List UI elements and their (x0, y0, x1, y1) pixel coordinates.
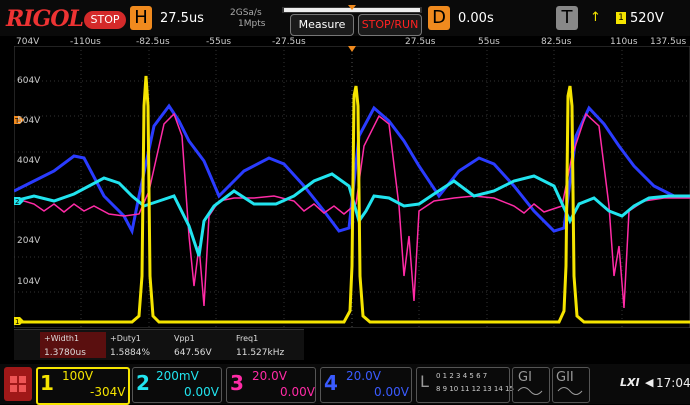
memory-depth: 1Mpts (238, 19, 266, 29)
ch3-scale: 20.0V (252, 369, 287, 383)
ch1-number: 1 (40, 371, 54, 395)
measurement-value: 1.5884% (110, 348, 151, 358)
logic-channels-high: 8 9 10 11 12 13 14 15 (436, 385, 514, 393)
ch3-number: 3 (230, 371, 244, 395)
trigger-edge-icon: ↑ (590, 10, 601, 25)
horizontal-menu-button[interactable]: H (130, 6, 152, 30)
trigger-source-badge: 1 (616, 12, 626, 24)
ch2-scale: 200mV (156, 369, 199, 383)
ch1-marker-label: 1 (15, 318, 19, 326)
ch4-scale: 20.0V (346, 369, 381, 383)
volt-label: 504V (17, 116, 41, 126)
volt-label: 204V (17, 236, 41, 246)
sine-wave-icon (517, 387, 543, 395)
ch3-offset: 0.00V (280, 385, 315, 399)
trigger-menu-button[interactable]: T (556, 6, 578, 30)
clock-time: 17:04 (656, 376, 690, 390)
delay-menu-button[interactable]: D (428, 6, 450, 30)
measure-button[interactable]: Measure (290, 14, 354, 36)
measurement-value: 647.56V (174, 348, 212, 358)
stop-run-button[interactable]: STOP/RUN (358, 14, 422, 36)
logic-channels-low: 0 1 2 3 4 5 6 7 (436, 372, 488, 380)
ch4-number: 4 (324, 371, 338, 395)
ch1-scale: 100V (62, 369, 94, 383)
volt-label: 404V (17, 156, 41, 166)
ch1-offset: -304V (90, 385, 126, 399)
timebase-value[interactable]: 27.5us (160, 11, 204, 26)
app-grid-icon[interactable] (4, 367, 32, 401)
measurement-header: Freq1 (236, 334, 259, 343)
run-state-badge[interactable]: STOP (84, 11, 126, 29)
volt-label: 104V (17, 277, 41, 287)
measurement-value: 11.527kHz (236, 348, 285, 358)
rigol-logo: RIGOL (6, 6, 84, 32)
measurement-header: +Width1 (44, 334, 80, 343)
trigger-level[interactable]: 520V (630, 11, 664, 26)
volt-label: 604V (17, 76, 41, 86)
generator1-label: GI (518, 370, 532, 385)
ch4-offset: 0.00V (374, 385, 409, 399)
waveform-display[interactable]: T 2 1 (14, 46, 690, 328)
delay-value[interactable]: 0.00s (458, 11, 494, 26)
lxi-logo: LXI (620, 376, 640, 389)
ch2-number: 2 (136, 371, 150, 395)
measurement-value: 1.3780us (44, 348, 86, 358)
sample-rate: 2GSa/s (230, 8, 262, 18)
measurement-header: Vpp1 (174, 334, 195, 343)
logic-label: L (420, 372, 429, 391)
ch2-marker-label: 2 (15, 198, 19, 206)
generator2-label: GII (556, 370, 574, 385)
sine-wave-icon (557, 387, 583, 395)
measurement-panel: +Width1 +Duty1 Vpp1 Freq1 1.3780us 1.588… (14, 329, 304, 360)
speaker-icon[interactable]: ◀ (645, 376, 653, 389)
measurement-header: +Duty1 (110, 334, 141, 343)
ch2-offset: 0.00V (184, 385, 219, 399)
